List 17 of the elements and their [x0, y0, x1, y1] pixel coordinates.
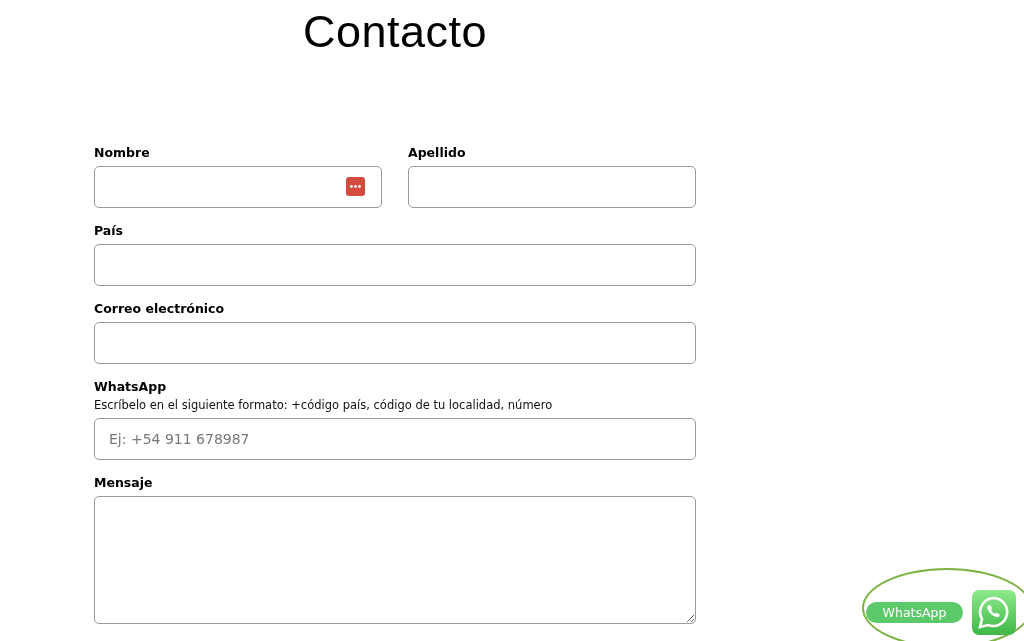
- field-hint: Escríbelo en el siguiente formato: +código país, código de tu localidad, número: [94, 398, 553, 412]
- field-label: WhatsApp: [94, 380, 167, 394]
- field-label: Nombre: [94, 146, 150, 160]
- input-field[interactable]: [408, 166, 696, 208]
- field-label: Correo electrónico: [94, 302, 225, 316]
- field-label: Apellido: [408, 146, 466, 160]
- password-manager-icon[interactable]: [346, 177, 365, 196]
- field-label: País: [94, 224, 123, 238]
- message-field[interactable]: [94, 496, 696, 624]
- input-field[interactable]: [94, 166, 382, 208]
- whatsapp-button[interactable]: WhatsApp: [866, 602, 963, 623]
- input-field[interactable]: [94, 322, 696, 364]
- field-label: Mensaje: [94, 476, 153, 490]
- chat-phone-icon[interactable]: [972, 590, 1016, 635]
- page-title: Contacto: [301, 5, 489, 58]
- input-field[interactable]: [94, 244, 696, 286]
- input-field[interactable]: Ej: +54 911 678987: [94, 418, 696, 460]
